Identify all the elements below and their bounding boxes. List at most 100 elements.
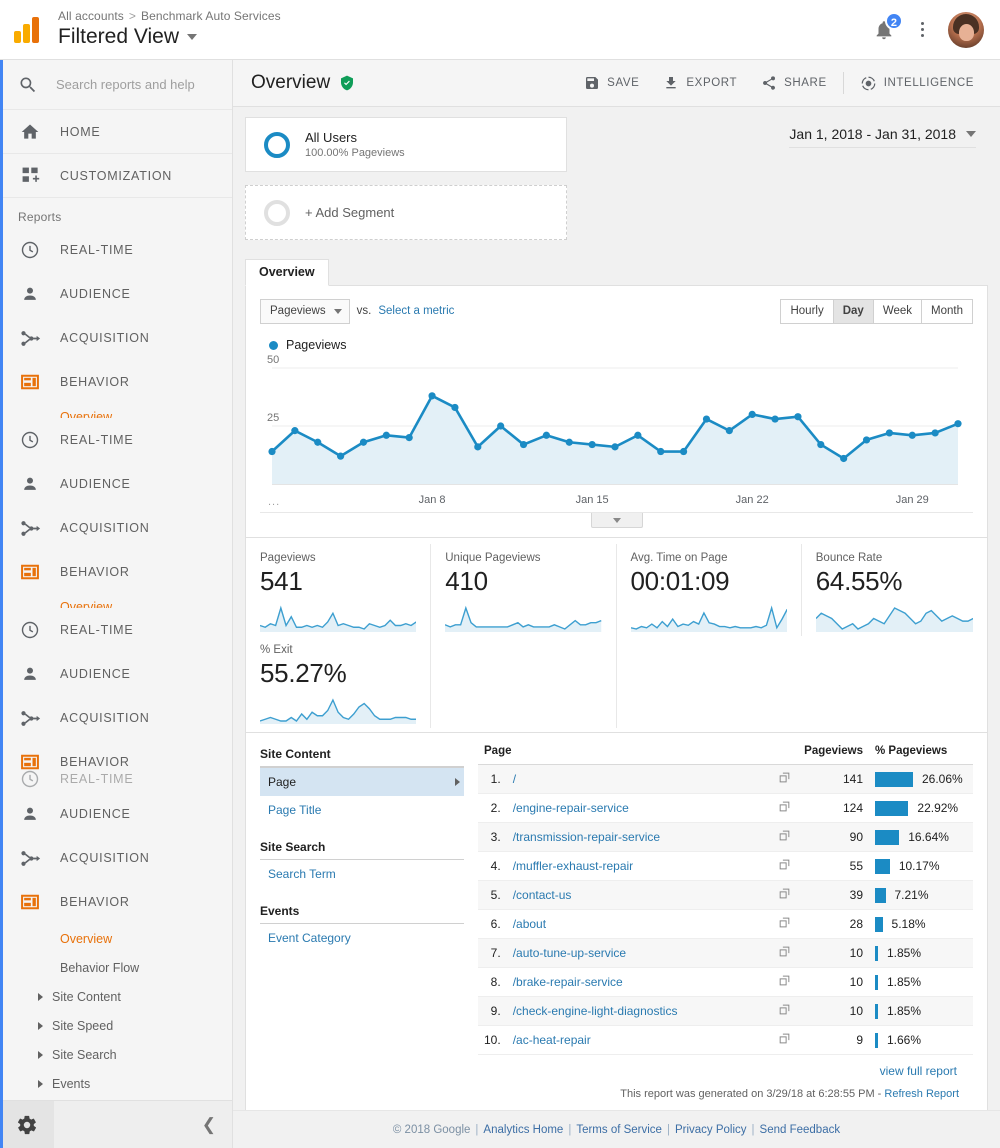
sidebar-item-acquisition[interactable]: ACQUISITION <box>0 316 232 360</box>
sidebar-item-behavior[interactable]: BEHAVIOR <box>0 550 232 594</box>
row-page[interactable]: /ac-heat-repair <box>507 1026 772 1055</box>
refresh-report-link[interactable]: Refresh Report <box>884 1088 959 1100</box>
table-row[interactable]: 9./check-engine-light-diagnostics101.85% <box>478 997 973 1026</box>
admin-button[interactable] <box>0 1101 54 1148</box>
sidebar-overview-clipped[interactable]: Overview <box>0 594 232 608</box>
sidebar-subitem-site-speed[interactable]: Site Speed <box>0 1011 232 1040</box>
row-page[interactable]: /about <box>507 910 772 939</box>
metric-select[interactable]: Pageviews <box>260 299 350 324</box>
sidebar-item-realtime[interactable]: REAL-TIME <box>0 228 232 272</box>
external-link-icon[interactable] <box>772 997 798 1026</box>
table-row[interactable]: 4./muffler-exhaust-repair5510.17% <box>478 852 973 881</box>
external-link-icon[interactable] <box>772 968 798 997</box>
page-link[interactable]: /brake-repair-service <box>513 975 623 989</box>
row-page[interactable]: /engine-repair-service <box>507 794 772 823</box>
table-row[interactable]: 3./transmission-repair-service9016.64% <box>478 823 973 852</box>
page-link[interactable]: /contact-us <box>513 888 572 902</box>
chart-expand-handle[interactable] <box>591 513 643 528</box>
avatar[interactable] <box>948 12 984 48</box>
table-row[interactable]: 5./contact-us397.21% <box>478 881 973 910</box>
row-page[interactable]: /contact-us <box>507 881 772 910</box>
table-row[interactable]: 2./engine-repair-service12422.92% <box>478 794 973 823</box>
sidebar-subitem-site-search[interactable]: Site Search <box>0 1040 232 1069</box>
sidebar-item-acquisition[interactable]: ACQUISITION <box>0 836 232 880</box>
share-button[interactable]: SHARE <box>749 68 839 98</box>
kpi-bounce-rate[interactable]: Bounce Rate 64.55% <box>802 544 987 636</box>
intelligence-button[interactable]: INTELLIGENCE <box>848 68 986 98</box>
sidebar-item-customization[interactable]: CUSTOMIZATION <box>0 154 232 198</box>
dimension-item-event-category[interactable]: Event Category <box>260 924 464 952</box>
kpi-pageviews[interactable]: Pageviews 541 <box>246 544 431 636</box>
sidebar-subitem-overview[interactable]: Overview <box>0 924 232 953</box>
table-row[interactable]: 10./ac-heat-repair91.66% <box>478 1026 973 1055</box>
table-row[interactable]: 6./about285.18% <box>478 910 973 939</box>
kpi-avg-time-on-page[interactable]: Avg. Time on Page 00:01:09 <box>617 544 802 636</box>
sidebar-item-realtime-clipped[interactable]: REAL-TIME <box>0 766 232 792</box>
sidebar-scroll-area[interactable]: Search reports and help HOME CUSTOMIZATI… <box>0 60 232 1100</box>
sidebar-item-realtime[interactable]: REAL-TIME <box>0 418 232 462</box>
external-link-icon[interactable] <box>772 765 798 794</box>
table-row[interactable]: 7./auto-tune-up-service101.85% <box>478 939 973 968</box>
sidebar-item-realtime[interactable]: REAL-TIME <box>0 608 232 652</box>
sidebar-overview-clipped[interactable]: Overview <box>0 404 232 418</box>
sidebar-item-audience[interactable]: AUDIENCE <box>0 462 232 506</box>
row-page[interactable]: / <box>507 765 772 794</box>
view-selector[interactable]: Filtered View <box>58 24 281 50</box>
sidebar-subitem-site-content[interactable]: Site Content <box>0 982 232 1011</box>
kpi-unique-pageviews[interactable]: Unique Pageviews 410 <box>431 544 616 636</box>
page-link[interactable]: /check-engine-light-diagnostics <box>513 1004 678 1018</box>
sidebar-subitem-behavior-flow[interactable]: Behavior Flow <box>0 953 232 982</box>
view-full-report-link[interactable]: view full report <box>478 1055 973 1084</box>
breadcrumb-account[interactable]: All accounts <box>58 9 124 23</box>
save-button[interactable]: SAVE <box>572 68 651 98</box>
row-page[interactable]: /brake-repair-service <box>507 968 772 997</box>
export-button[interactable]: EXPORT <box>651 68 749 98</box>
page-link[interactable]: / <box>513 772 516 786</box>
granularity-hourly[interactable]: Hourly <box>781 300 833 323</box>
footer-link-terms[interactable]: Terms of Service <box>576 1124 662 1136</box>
page-link[interactable]: /auto-tune-up-service <box>513 946 626 960</box>
table-row[interactable]: 1./14126.06% <box>478 765 973 794</box>
date-range-picker[interactable]: Jan 1, 2018 - Jan 31, 2018 <box>789 126 976 148</box>
column-header-pct-pageviews[interactable]: % Pageviews <box>869 743 973 765</box>
breadcrumb-property[interactable]: Benchmark Auto Services <box>141 9 281 23</box>
row-page[interactable]: /check-engine-light-diagnostics <box>507 997 772 1026</box>
collapse-sidebar-button[interactable]: ❮ <box>202 1115 216 1135</box>
row-page[interactable]: /transmission-repair-service <box>507 823 772 852</box>
notifications-button[interactable]: 2 <box>864 10 904 50</box>
kpi-percent-exit[interactable]: % Exit 55.27% <box>246 636 431 728</box>
chart-plot-area[interactable]: 50 25 <box>260 356 973 492</box>
footer-link-analytics-home[interactable]: Analytics Home <box>483 1124 563 1136</box>
page-link[interactable]: /about <box>513 917 546 931</box>
column-header-pageviews[interactable]: Pageviews <box>798 743 869 765</box>
column-header-page[interactable]: Page <box>478 743 798 765</box>
sidebar-item-home[interactable]: HOME <box>0 110 232 154</box>
page-link[interactable]: /muffler-exhaust-repair <box>513 859 634 873</box>
row-page[interactable]: /auto-tune-up-service <box>507 939 772 968</box>
sidebar-item-audience[interactable]: AUDIENCE <box>0 652 232 696</box>
sidebar-item-acquisition[interactable]: ACQUISITION <box>0 696 232 740</box>
page-link[interactable]: /ac-heat-repair <box>513 1033 591 1047</box>
sidebar-item-acquisition[interactable]: ACQUISITION <box>0 506 232 550</box>
granularity-month[interactable]: Month <box>922 300 972 323</box>
footer-link-privacy[interactable]: Privacy Policy <box>675 1124 747 1136</box>
segment-all-users[interactable]: All Users 100.00% Pageviews <box>245 117 567 172</box>
sidebar-item-audience[interactable]: AUDIENCE <box>0 272 232 316</box>
page-link[interactable]: /engine-repair-service <box>513 801 629 815</box>
granularity-day[interactable]: Day <box>834 300 874 323</box>
external-link-icon[interactable] <box>772 794 798 823</box>
external-link-icon[interactable] <box>772 1026 798 1055</box>
page-link[interactable]: /transmission-repair-service <box>513 830 660 844</box>
external-link-icon[interactable] <box>772 881 798 910</box>
external-link-icon[interactable] <box>772 823 798 852</box>
search-input[interactable]: Search reports and help <box>0 60 232 110</box>
sidebar-item-behavior-active[interactable]: BEHAVIOR <box>0 880 232 924</box>
granularity-week[interactable]: Week <box>874 300 922 323</box>
dimension-item-page-title[interactable]: Page Title <box>260 796 464 824</box>
external-link-icon[interactable] <box>772 852 798 881</box>
table-row[interactable]: 8./brake-repair-service101.85% <box>478 968 973 997</box>
external-link-icon[interactable] <box>772 910 798 939</box>
sidebar-item-audience[interactable]: AUDIENCE <box>0 792 232 836</box>
footer-link-feedback[interactable]: Send Feedback <box>760 1124 841 1136</box>
tab-overview[interactable]: Overview <box>245 259 329 286</box>
